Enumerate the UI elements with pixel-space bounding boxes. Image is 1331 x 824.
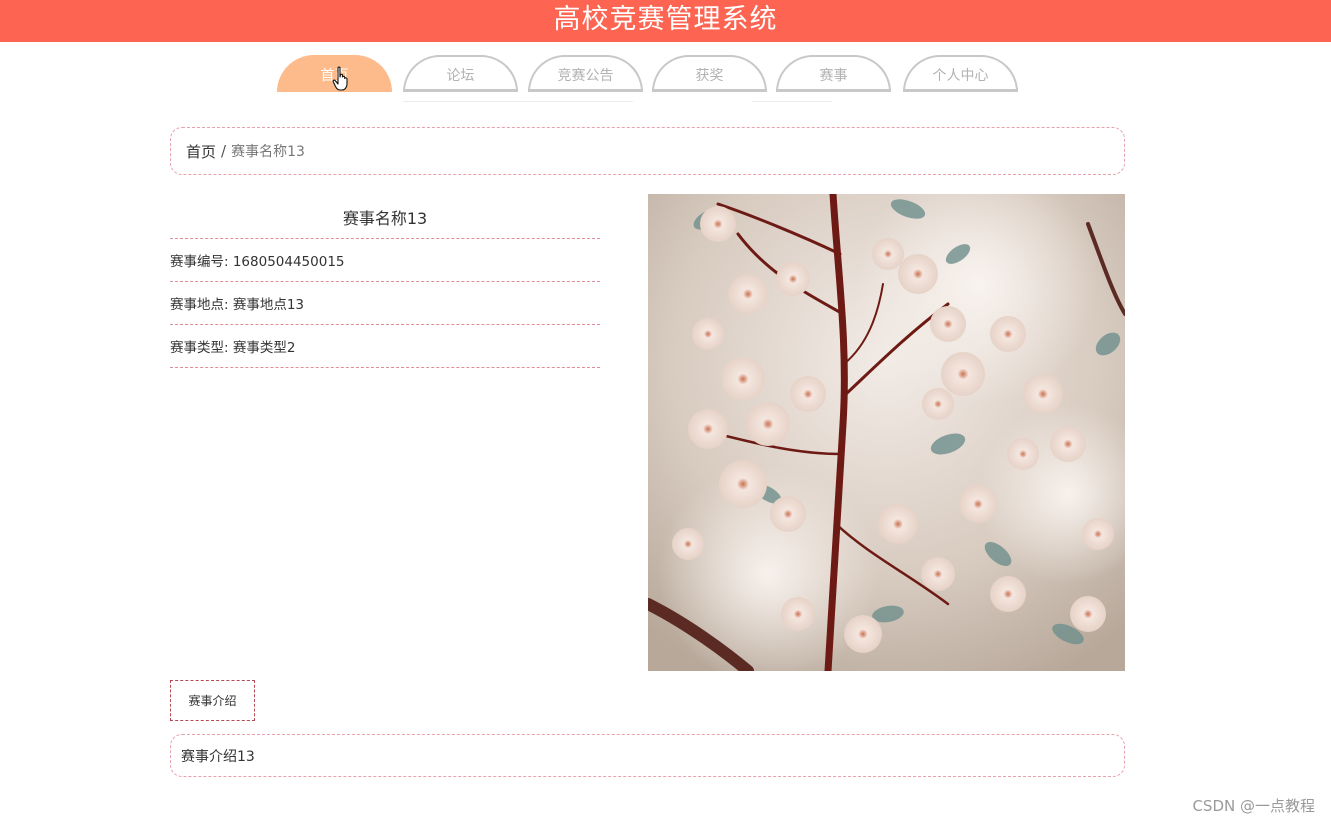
tab-forum-label: 论坛: [446, 68, 475, 84]
event-info-panel: 赛事名称13 赛事编号: 1680504450015 赛事地点: 赛事地点13 …: [170, 196, 600, 368]
breadcrumb-home-link[interactable]: 首页: [186, 141, 216, 162]
event-intro-content: 赛事介绍13: [170, 734, 1125, 777]
event-number: 赛事编号: 1680504450015: [170, 239, 600, 282]
tab-announcements-label: 竞赛公告: [557, 68, 614, 84]
breadcrumb-separator: /: [221, 142, 227, 160]
main-nav: 首页 论坛 竞赛公告 获奖 赛事 个人中心: [0, 55, 1331, 105]
event-location: 赛事地点: 赛事地点13: [170, 282, 600, 325]
app-title: 高校竞赛管理系统: [553, 3, 778, 35]
breadcrumb: 首页 / 赛事名称13: [170, 127, 1125, 175]
tab-awards-label: 获奖: [695, 68, 724, 84]
app-header: 高校竞赛管理系统: [0, 0, 1331, 42]
tab-events[interactable]: 赛事: [776, 55, 891, 92]
breadcrumb-current: 赛事名称13: [231, 144, 305, 160]
watermark: CSDN @一点教程: [1192, 797, 1315, 815]
tab-forum[interactable]: 论坛: [403, 55, 518, 92]
nav-divider: [752, 101, 832, 102]
tab-personal-center[interactable]: 个人中心: [903, 55, 1018, 92]
event-name: 赛事名称13: [170, 196, 600, 239]
tab-event-intro[interactable]: 赛事介绍: [170, 680, 255, 721]
hand-cursor-icon: [332, 66, 348, 91]
tab-announcements[interactable]: 竞赛公告: [528, 55, 643, 92]
event-cover-image: [648, 194, 1125, 671]
tab-awards[interactable]: 获奖: [652, 55, 767, 92]
event-type: 赛事类型: 赛事类型2: [170, 325, 600, 368]
cherry-blossom-image: [648, 194, 1125, 671]
nav-divider: [403, 101, 633, 102]
tab-events-label: 赛事: [819, 68, 848, 84]
tab-personal-center-label: 个人中心: [932, 68, 989, 84]
